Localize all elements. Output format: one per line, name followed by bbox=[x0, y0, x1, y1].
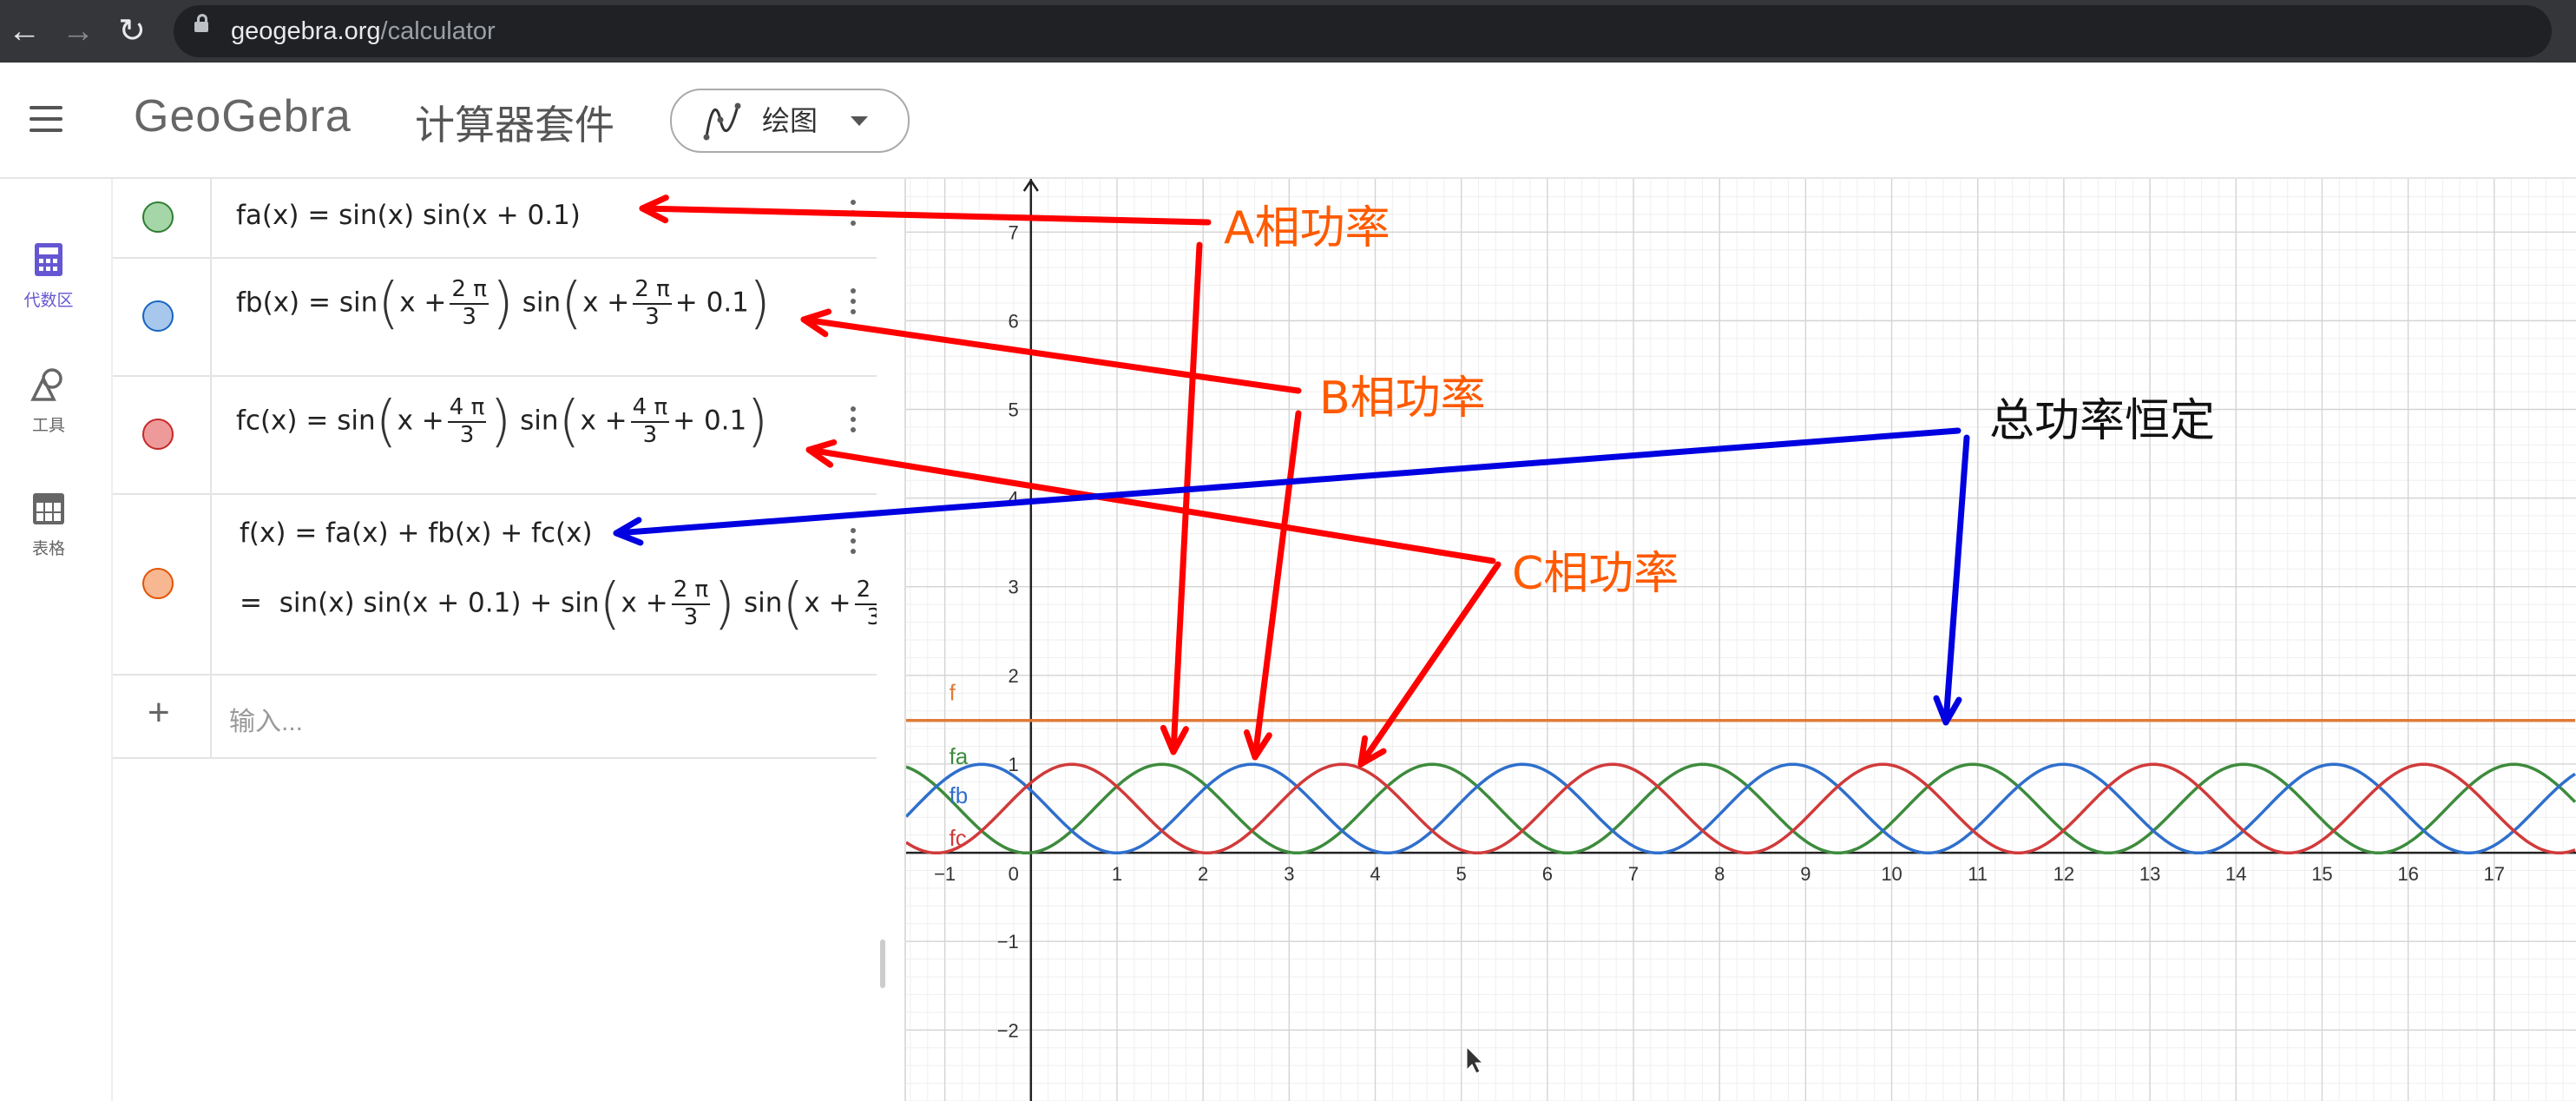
label-a-power: A相功率 bbox=[1224, 202, 1390, 254]
arrow-total-to-graph bbox=[1942, 434, 1970, 726]
label-total-constant: 总功率恒定 bbox=[1989, 395, 2215, 447]
arrow-c-to-graph bbox=[1357, 561, 1502, 768]
label-c-power: C相功率 bbox=[1512, 548, 1679, 600]
annotation-overlay: A相功率 B相功率 C相功率 总功率恒定 bbox=[613, 194, 2215, 768]
label-b-power: B相功率 bbox=[1319, 372, 1486, 425]
arrow-a-to-formula bbox=[639, 205, 1212, 226]
arrow-b-to-formula bbox=[800, 316, 1302, 394]
arrow-b-to-graph bbox=[1252, 410, 1302, 761]
arrow-a-to-graph bbox=[1170, 241, 1203, 755]
arrow-c-to-formula bbox=[805, 446, 1496, 564]
